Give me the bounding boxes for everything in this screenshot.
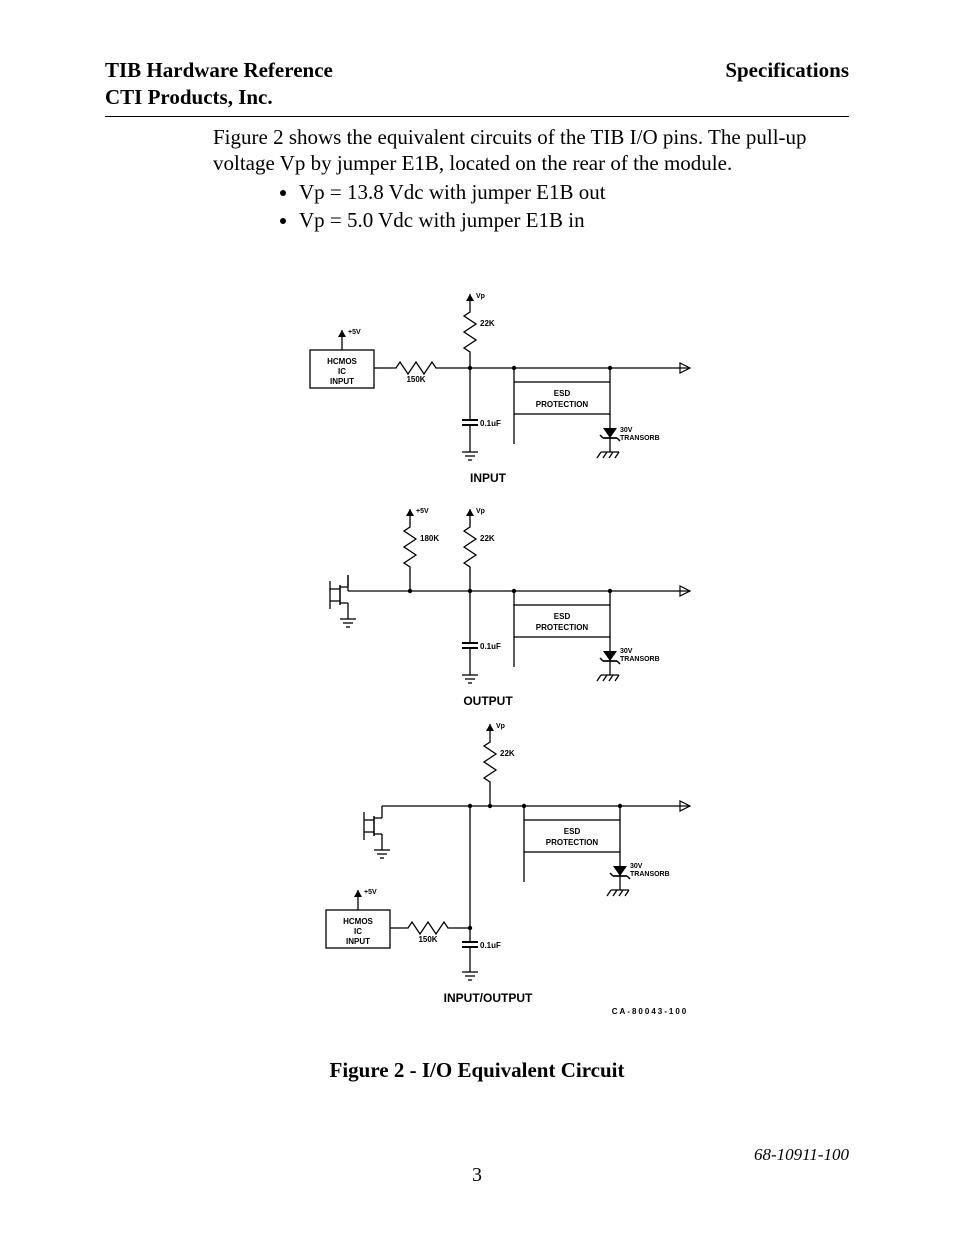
svg-text:HCMOS: HCMOS (343, 917, 373, 926)
svg-text:TRANSORB: TRANSORB (630, 871, 670, 878)
intro-bullet-1: Vp = 13.8 Vdc with jumper E1B out (299, 180, 849, 206)
intro-bullet-2: Vp = 5.0 Vdc with jumper E1B in (299, 208, 849, 234)
svg-text:150K: 150K (406, 375, 425, 384)
svg-text:INPUT/OUTPUT: INPUT/OUTPUT (444, 991, 533, 1005)
svg-text:Vp: Vp (476, 293, 485, 300)
svg-text:30V: 30V (630, 863, 643, 870)
svg-text:150K: 150K (418, 935, 437, 944)
svg-text:IC: IC (354, 927, 362, 936)
svg-text:INPUT: INPUT (346, 937, 370, 946)
footer-pagenum: 3 (0, 1164, 954, 1187)
figure-caption: Figure 2 - I/O Equivalent Circuit (105, 1058, 849, 1083)
svg-text:PROTECTION: PROTECTION (536, 623, 589, 632)
svg-text:Vp: Vp (476, 508, 485, 515)
footer-docnum: 68-10911-100 (754, 1145, 849, 1165)
svg-text:+5V: +5V (416, 508, 429, 515)
svg-text:180K: 180K (420, 534, 439, 543)
svg-text:22K: 22K (480, 319, 495, 328)
figure-diagram: Vp 22K ESD PROTECTION 30V (270, 288, 722, 1028)
svg-text:PROTECTION: PROTECTION (536, 400, 589, 409)
svg-text:TRANSORB: TRANSORB (620, 435, 660, 442)
svg-text:CA-80043-100: CA-80043-100 (612, 1007, 688, 1016)
svg-text:ESD: ESD (554, 389, 571, 398)
header-right: Specifications (725, 58, 849, 83)
svg-text:ESD: ESD (564, 827, 581, 836)
svg-text:30V: 30V (620, 427, 633, 434)
svg-text:0.1uF: 0.1uF (480, 642, 501, 651)
svg-text:INPUT: INPUT (330, 377, 354, 386)
svg-text:0.1uF: 0.1uF (480, 419, 501, 428)
svg-text:+5V: +5V (348, 329, 361, 336)
svg-text:22K: 22K (500, 749, 515, 758)
svg-text:30V: 30V (620, 648, 633, 655)
svg-text:22K: 22K (480, 534, 495, 543)
header-left-1: TIB Hardware Reference (105, 58, 333, 83)
svg-text:0.1uF: 0.1uF (480, 941, 501, 950)
svg-text:ESD: ESD (554, 612, 571, 621)
svg-text:PROTECTION: PROTECTION (546, 838, 599, 847)
svg-text:OUTPUT: OUTPUT (463, 694, 513, 708)
svg-text:+5V: +5V (364, 889, 377, 896)
svg-text:TRANSORB: TRANSORB (620, 656, 660, 663)
svg-text:Vp: Vp (496, 723, 505, 730)
header-left-2: CTI Products, Inc. (105, 85, 849, 110)
header-rule (105, 116, 849, 117)
svg-text:HCMOS: HCMOS (327, 357, 357, 366)
svg-text:INPUT: INPUT (470, 471, 507, 485)
svg-text:IC: IC (338, 367, 346, 376)
intro-paragraph: Figure 2 shows the equivalent circuits o… (213, 125, 849, 176)
